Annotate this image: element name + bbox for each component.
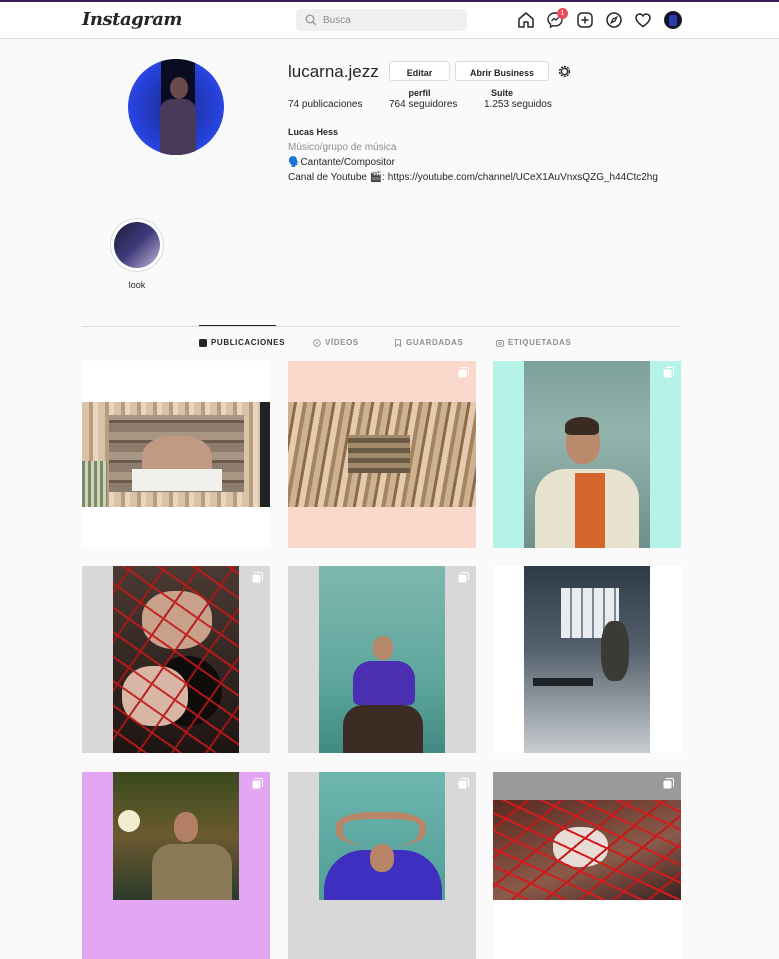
search-box[interactable]: [296, 9, 467, 31]
top-navbar: Instagram 1: [0, 2, 779, 39]
search-icon: [305, 14, 317, 26]
tab-label: ETIQUETADAS: [508, 338, 572, 347]
followers-count[interactable]: 764 seguidores: [389, 99, 457, 110]
post-tile[interactable]: [288, 361, 476, 548]
tagged-icon: [496, 339, 504, 347]
tab-etiquetadas[interactable]: ETIQUETADAS: [496, 338, 571, 347]
multiple-photos-icon: [252, 572, 263, 583]
post-tile[interactable]: [82, 361, 270, 548]
home-icon[interactable]: [517, 11, 535, 29]
tab-guardadas[interactable]: GUARDADAS: [394, 338, 463, 347]
gear-icon[interactable]: [557, 64, 572, 79]
bio-name: Lucas Hess: [288, 127, 339, 137]
grid-icon: [199, 338, 207, 347]
tab-label: GUARDADAS: [406, 338, 464, 347]
search-input[interactable]: [323, 11, 458, 29]
new-post-icon[interactable]: [576, 11, 594, 29]
profile-avatar-small[interactable]: [664, 11, 682, 29]
business-suite-button[interactable]: Abrir Business Suite: [455, 61, 549, 98]
post-tile[interactable]: [82, 772, 270, 959]
bio-category: Músico/grupo de música: [288, 142, 397, 153]
tab-label: VÍDEOS: [325, 338, 359, 347]
tab-label: PUBLICACIONES: [211, 338, 286, 347]
post-tile[interactable]: [493, 361, 681, 548]
post-tile[interactable]: [82, 566, 270, 753]
post-tile[interactable]: [493, 772, 681, 959]
messages-badge: 1: [557, 8, 568, 19]
explore-icon[interactable]: [605, 11, 623, 29]
tab-videos[interactable]: VÍDEOS: [313, 338, 359, 347]
multiple-photos-icon: [252, 778, 263, 789]
bookmark-icon: [395, 338, 401, 347]
profile-picture[interactable]: [128, 59, 224, 155]
instagram-logo[interactable]: Instagram: [82, 9, 182, 30]
story-highlight[interactable]: [110, 218, 164, 272]
active-tab-indicator: [199, 325, 276, 326]
bio-line-1: 🗣️Cantante/Compositor: [288, 157, 395, 168]
multiple-photos-icon: [663, 778, 674, 789]
tab-publicaciones[interactable]: PUBLICACIONES: [199, 338, 285, 347]
edit-profile-button[interactable]: Editar perfil: [389, 61, 450, 98]
highlight-label: look: [128, 280, 146, 290]
tabs-divider: [82, 326, 681, 327]
activity-heart-icon[interactable]: [634, 11, 652, 29]
multiple-photos-icon: [458, 778, 469, 789]
bio-line-2[interactable]: Canal de Youtube 🎬: https://youtube.com/…: [288, 172, 658, 183]
multiple-photos-icon: [663, 367, 674, 378]
video-icon: [313, 338, 321, 347]
profile-username: lucarna.jezz: [288, 62, 379, 81]
multiple-photos-icon: [458, 572, 469, 583]
post-tile[interactable]: [288, 566, 476, 753]
post-tile[interactable]: [493, 566, 681, 753]
posts-count: 74 publicaciones: [288, 99, 363, 110]
following-count[interactable]: 1.253 seguidos: [484, 99, 552, 110]
multiple-photos-icon: [458, 367, 469, 378]
post-tile[interactable]: [288, 772, 476, 959]
highlight-thumbnail: [114, 222, 160, 268]
